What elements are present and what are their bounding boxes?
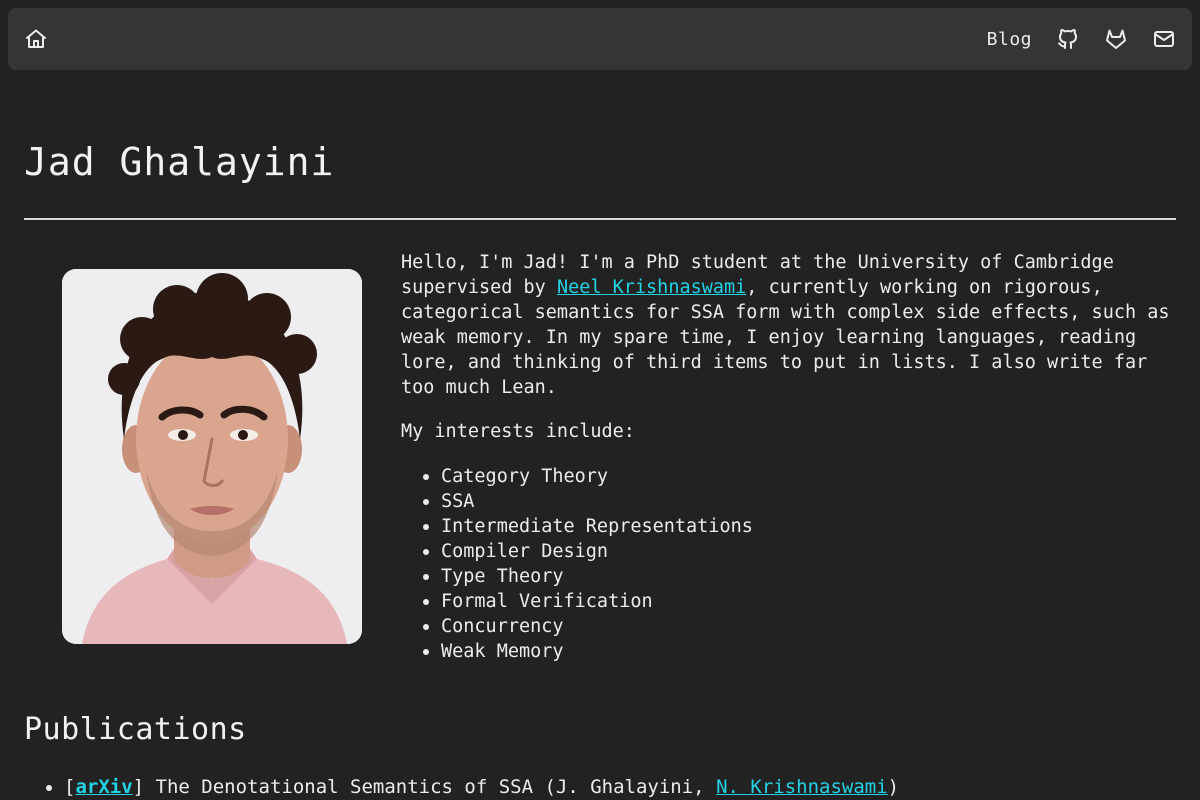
list-item: Formal Verification xyxy=(423,589,753,614)
page-title: Jad Ghalayini xyxy=(24,140,335,184)
interests-intro: My interests include: xyxy=(401,421,635,442)
list-item: Category Theory xyxy=(423,464,753,489)
coauthor-link[interactable]: N. Krishnaswami xyxy=(716,776,888,798)
list-item: Concurrency xyxy=(423,614,753,639)
home-icon[interactable] xyxy=(24,27,48,51)
publication-title: The Denotational Semantics of SSA (J. Gh… xyxy=(144,776,717,798)
bracket-close: ] xyxy=(132,776,145,798)
nav-links: Blog xyxy=(987,27,1176,51)
list-item: Weak Memory xyxy=(423,639,753,664)
publication-closing: ) xyxy=(887,776,900,798)
publication-item: [arXiv] The Denotational Semantics of SS… xyxy=(45,774,900,800)
github-icon[interactable] xyxy=(1056,27,1080,51)
mail-icon[interactable] xyxy=(1152,27,1176,51)
publications-heading: Publications xyxy=(24,712,247,747)
publications-list: [arXiv] The Denotational Semantics of SS… xyxy=(45,774,900,800)
title-divider xyxy=(24,218,1176,220)
list-item: Compiler Design xyxy=(423,539,753,564)
bio-text: Hello, I'm Jad! I'm a PhD student at the… xyxy=(401,250,1181,400)
profile-photo xyxy=(62,269,362,644)
bracket-open: [ xyxy=(64,776,76,798)
arxiv-link[interactable]: arXiv xyxy=(75,776,132,798)
list-item: SSA xyxy=(423,489,753,514)
blog-link[interactable]: Blog xyxy=(987,29,1032,50)
list-item: Type Theory xyxy=(423,564,753,589)
supervisor-link[interactable]: Neel Krishnaswami xyxy=(557,277,746,298)
interests-list: Category Theory SSA Intermediate Represe… xyxy=(423,464,753,664)
bio-paragraph: Hello, I'm Jad! I'm a PhD student at the… xyxy=(401,250,1181,400)
gitlab-icon[interactable] xyxy=(1104,27,1128,51)
top-navbar: Blog xyxy=(8,8,1192,70)
list-item: Intermediate Representations xyxy=(423,516,753,537)
